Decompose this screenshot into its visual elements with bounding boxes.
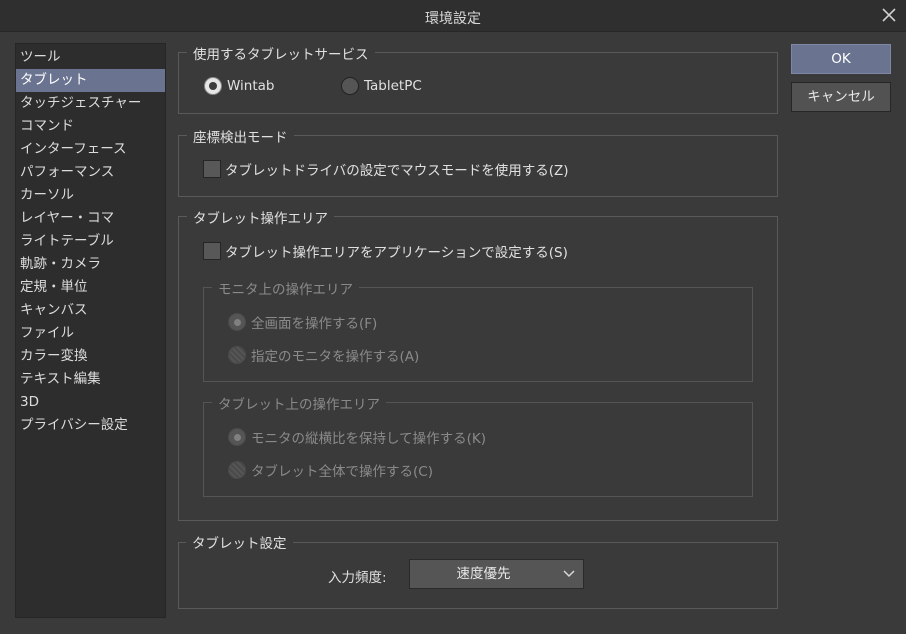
sidebar-item-tool[interactable]: ツール: [16, 46, 165, 69]
title-bar: 環境設定: [0, 0, 906, 32]
whole-tablet-label: タブレット全体で操作する(C): [251, 464, 433, 480]
radio-checked-icon: [204, 77, 222, 95]
specific-monitor-label: 指定のモニタを操作する(A): [251, 349, 420, 365]
whole-tablet-radio[interactable]: タブレット全体で操作する(C): [228, 460, 433, 480]
keep-ratio-radio[interactable]: モニタの縦横比を保持して操作する(K): [228, 427, 486, 447]
radio-unchecked-icon: [341, 77, 359, 95]
mouse-mode-label: タブレットドライバの設定でマウスモードを使用する(Z): [225, 163, 569, 179]
sidebar-item-color-conversion[interactable]: カラー変換: [16, 345, 165, 368]
sidebar-item-tablet[interactable]: タブレット: [16, 69, 165, 92]
sidebar-item-cursor[interactable]: カーソル: [16, 184, 165, 207]
sidebar-item-light-table[interactable]: ライトテーブル: [16, 230, 165, 253]
mouse-mode-checkbox[interactable]: タブレットドライバの設定でマウスモードを使用する(Z): [203, 159, 569, 179]
input-frequency-select[interactable]: 速度優先: [409, 559, 584, 589]
tablet-service-legend: 使用するタブレットサービス: [187, 43, 375, 63]
sidebar-item-path-camera[interactable]: 軌跡・カメラ: [16, 253, 165, 276]
checkbox-unchecked-icon: [203, 242, 221, 260]
sidebar-item-privacy[interactable]: プライバシー設定: [16, 414, 165, 437]
ok-button[interactable]: OK: [791, 44, 891, 74]
monitor-area-group: モニタ上の操作エリア 全画面を操作する(F) 指定のモニタを操作する(A): [203, 278, 753, 382]
checkbox-unchecked-icon: [203, 160, 221, 178]
specific-monitor-radio[interactable]: 指定のモニタを操作する(A): [228, 345, 419, 365]
sidebar-item-3d[interactable]: 3D: [16, 391, 165, 414]
sidebar-item-performance[interactable]: パフォーマンス: [16, 161, 165, 184]
chevron-down-icon: [563, 569, 575, 579]
tabletpc-radio[interactable]: TabletPC: [341, 77, 422, 95]
coord-mode-group: 座標検出モード タブレットドライバの設定でマウスモードを使用する(Z): [178, 126, 778, 197]
full-screen-label: 全画面を操作する(F): [251, 316, 378, 332]
coord-mode-legend: 座標検出モード: [187, 126, 294, 146]
tabletpc-label: TabletPC: [364, 78, 422, 94]
radio-checked-icon: [228, 428, 246, 446]
radio-unchecked-icon: [228, 346, 246, 364]
tablet-service-group: 使用するタブレットサービス Wintab TabletPC: [178, 43, 778, 114]
window-title: 環境設定: [425, 11, 481, 27]
sidebar-item-file[interactable]: ファイル: [16, 322, 165, 345]
wintab-label: Wintab: [227, 78, 275, 94]
operation-area-group: タブレット操作エリア タブレット操作エリアをアプリケーションで設定する(S) モ…: [178, 207, 778, 521]
sidebar-item-layer-frame[interactable]: レイヤー・コマ: [16, 207, 165, 230]
radio-checked-icon: [228, 313, 246, 331]
sidebar-item-canvas[interactable]: キャンバス: [16, 299, 165, 322]
input-frequency-value: 速度優先: [456, 566, 511, 582]
radio-unchecked-icon: [228, 461, 246, 479]
wintab-radio[interactable]: Wintab: [204, 77, 275, 95]
sidebar-item-command[interactable]: コマンド: [16, 115, 165, 138]
app-area-checkbox[interactable]: タブレット操作エリアをアプリケーションで設定する(S): [203, 241, 568, 261]
settings-category-list: ツール タブレット タッチジェスチャー コマンド インターフェース パフォーマン…: [15, 43, 166, 618]
sidebar-item-text-editing[interactable]: テキスト編集: [16, 368, 165, 391]
cancel-button[interactable]: キャンセル: [791, 82, 891, 112]
input-frequency-label: 入力頻度:: [328, 570, 387, 586]
monitor-area-legend: モニタ上の操作エリア: [212, 278, 359, 298]
app-area-label: タブレット操作エリアをアプリケーションで設定する(S): [225, 245, 568, 261]
close-icon: [882, 8, 896, 22]
keep-ratio-label: モニタの縦横比を保持して操作する(K): [251, 431, 486, 447]
tablet-area-legend: タブレット上の操作エリア: [212, 393, 386, 413]
operation-area-legend: タブレット操作エリア: [187, 207, 334, 227]
sidebar-item-interface[interactable]: インターフェース: [16, 138, 165, 161]
sidebar-item-touch-gesture[interactable]: タッチジェスチャー: [16, 92, 165, 115]
sidebar-item-ruler-unit[interactable]: 定規・単位: [16, 276, 165, 299]
close-button[interactable]: [880, 6, 898, 24]
full-screen-radio[interactable]: 全画面を操作する(F): [228, 312, 377, 332]
tablet-settings-legend: タブレット設定: [186, 532, 293, 552]
tablet-area-group: タブレット上の操作エリア モニタの縦横比を保持して操作する(K) タブレット全体…: [203, 393, 753, 497]
